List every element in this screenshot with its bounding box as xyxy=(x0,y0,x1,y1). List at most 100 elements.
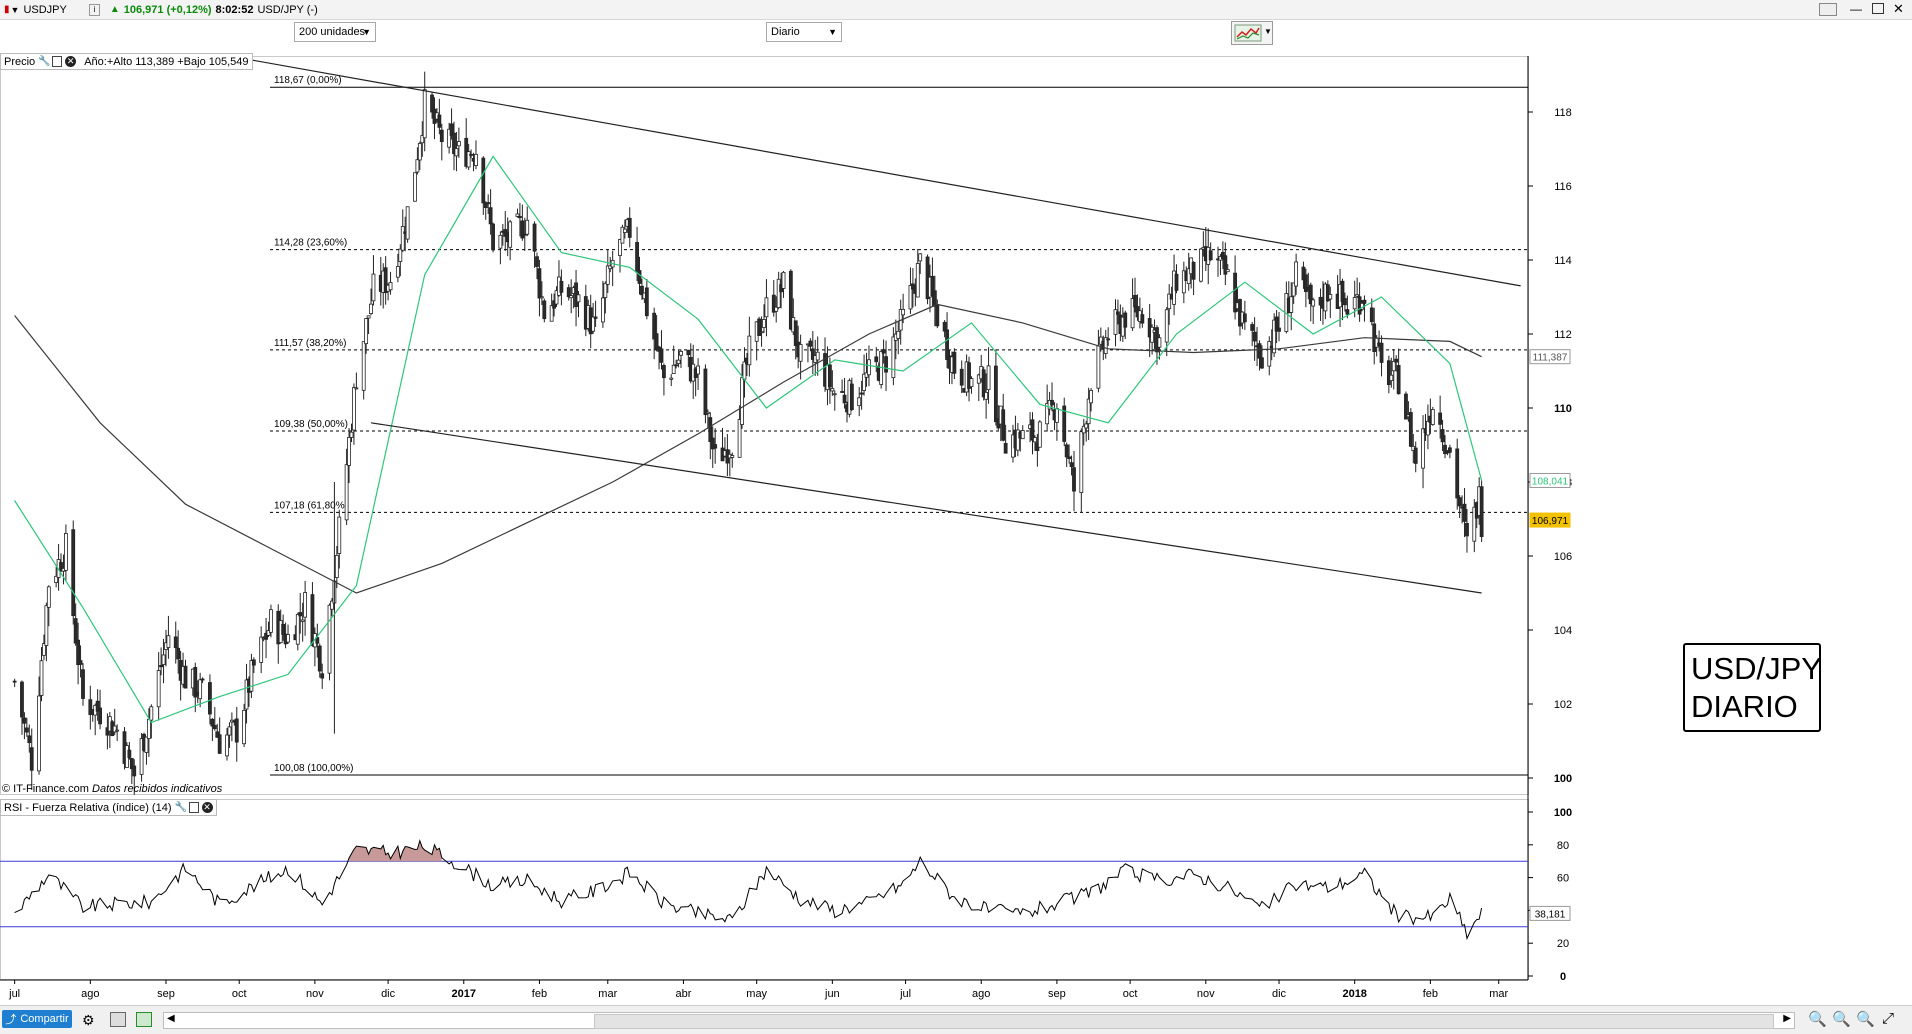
watermark-line1: USD/JPY xyxy=(1691,651,1822,686)
candle-body xyxy=(1106,338,1111,341)
candle-body xyxy=(945,329,949,360)
candle-body xyxy=(369,303,373,314)
price-y-tick-label: 114 xyxy=(1554,255,1572,267)
candle-body xyxy=(364,318,369,345)
candle-body xyxy=(1191,261,1196,280)
candle-body xyxy=(935,304,940,327)
candle-body xyxy=(269,609,273,633)
candle-body xyxy=(354,387,359,390)
candle-body xyxy=(1067,456,1072,459)
candle-body xyxy=(1020,430,1025,440)
fib-level-label: 114,28 (23,60%) xyxy=(274,238,347,249)
x-tick-label: ago xyxy=(972,988,990,1000)
candle-body xyxy=(1465,522,1469,537)
grid-icon[interactable] xyxy=(136,1012,152,1027)
price-badge-label: 108,041 xyxy=(1532,476,1569,487)
price-y-tick-label: 100 xyxy=(1554,773,1572,785)
candle-body xyxy=(64,533,68,571)
candle-body xyxy=(1050,399,1054,406)
candle-body xyxy=(1294,261,1299,287)
candle-body xyxy=(1426,420,1430,436)
x-tick-label: nov xyxy=(1197,988,1215,1000)
candle-body xyxy=(703,368,708,416)
settings-icon[interactable]: ⚙ xyxy=(82,1012,95,1029)
candle-body xyxy=(259,636,264,663)
candle-body xyxy=(781,271,786,289)
credit-source: © IT-Finance.com xyxy=(2,783,89,795)
wrench-icon[interactable]: 🔧 xyxy=(38,56,50,67)
candle-body xyxy=(159,665,163,668)
candle-body xyxy=(1096,345,1101,389)
copy-icon[interactable] xyxy=(188,802,199,813)
candle-body xyxy=(525,219,530,235)
candle-body xyxy=(859,392,864,395)
candle-body xyxy=(303,592,308,618)
candle-body xyxy=(361,341,366,391)
candle-body xyxy=(686,349,691,356)
candle-body xyxy=(166,635,171,648)
share-button[interactable]: ⤴ Compartir xyxy=(2,1010,72,1028)
candle-body xyxy=(1252,331,1257,342)
candle-body xyxy=(149,706,154,721)
candle-body xyxy=(1072,467,1076,492)
zoom-reset-icon[interactable]: 🔍 xyxy=(1856,1010,1875,1028)
candle-body xyxy=(183,665,188,689)
candle-body xyxy=(539,296,544,299)
candle-body xyxy=(986,365,991,391)
candle-body xyxy=(344,464,349,521)
x-tick-label: mar xyxy=(598,988,617,1000)
candle-body xyxy=(1430,409,1435,425)
wrench-icon[interactable]: 🔧 xyxy=(175,802,187,813)
candle-body xyxy=(466,151,471,168)
print-icon[interactable] xyxy=(110,1012,126,1027)
candle-body xyxy=(300,619,305,622)
candle-body xyxy=(705,411,710,414)
candle-body xyxy=(644,287,649,317)
x-tick-label: mar xyxy=(1489,988,1508,1000)
fib-level-label: 100,08 (100,00%) xyxy=(274,763,354,774)
x-tick-label: feb xyxy=(532,988,547,1000)
zoom-in-icon[interactable]: 🔍 xyxy=(1808,1010,1827,1028)
candle-body xyxy=(884,356,888,373)
candle-body xyxy=(601,297,605,323)
scroll-right-icon[interactable]: ▶ xyxy=(1783,1013,1791,1024)
candle-body xyxy=(127,749,132,758)
scroll-thumb[interactable] xyxy=(594,1014,1774,1029)
zoom-out-icon[interactable]: 🔍 xyxy=(1832,1010,1851,1028)
watermark-line2: DIARIO xyxy=(1691,689,1798,724)
fit-icon[interactable]: ⤢ xyxy=(1882,1010,1894,1027)
candle-body xyxy=(242,709,246,745)
candle-body xyxy=(669,377,674,380)
fib-level-label: 109,38 (50,00%) xyxy=(274,419,348,430)
price-panel-frame xyxy=(0,56,1529,795)
scroll-left-icon[interactable]: ◀ xyxy=(167,1013,175,1024)
candle-body xyxy=(1242,313,1247,323)
time-scrollbar[interactable]: ◀ ▶ xyxy=(163,1012,1795,1029)
candle-body xyxy=(1352,297,1357,310)
candle-body xyxy=(1328,294,1333,300)
x-tick-label: nov xyxy=(306,988,324,1000)
candle-body xyxy=(156,670,161,708)
candle-body xyxy=(1225,269,1230,273)
candle-body xyxy=(1250,324,1255,331)
candle-body xyxy=(1396,365,1401,395)
candle-body xyxy=(1084,423,1089,429)
candle-body xyxy=(144,736,149,753)
copy-icon[interactable] xyxy=(52,56,63,67)
candle-body xyxy=(413,172,417,202)
candle-body xyxy=(1089,390,1093,404)
candle-body xyxy=(764,297,769,318)
candle-body xyxy=(679,351,683,356)
candle-body xyxy=(210,718,215,727)
candle-body xyxy=(532,223,537,252)
candle-body xyxy=(842,394,847,404)
candle-body xyxy=(857,397,862,407)
close-icon[interactable]: ✕ xyxy=(201,802,213,813)
candle-body xyxy=(1133,295,1137,308)
candle-body xyxy=(901,309,906,316)
price-chart[interactable]: 118,67 (0,00%) 114,28 (23,60%) 111,57 (38,… xyxy=(0,0,1912,1005)
close-icon[interactable]: ✕ xyxy=(65,56,77,67)
candle-body xyxy=(20,681,24,718)
rsi-panel-label: RSI - Fuerza Relativa (índice) (14) xyxy=(4,801,172,814)
candle-body xyxy=(659,348,664,363)
